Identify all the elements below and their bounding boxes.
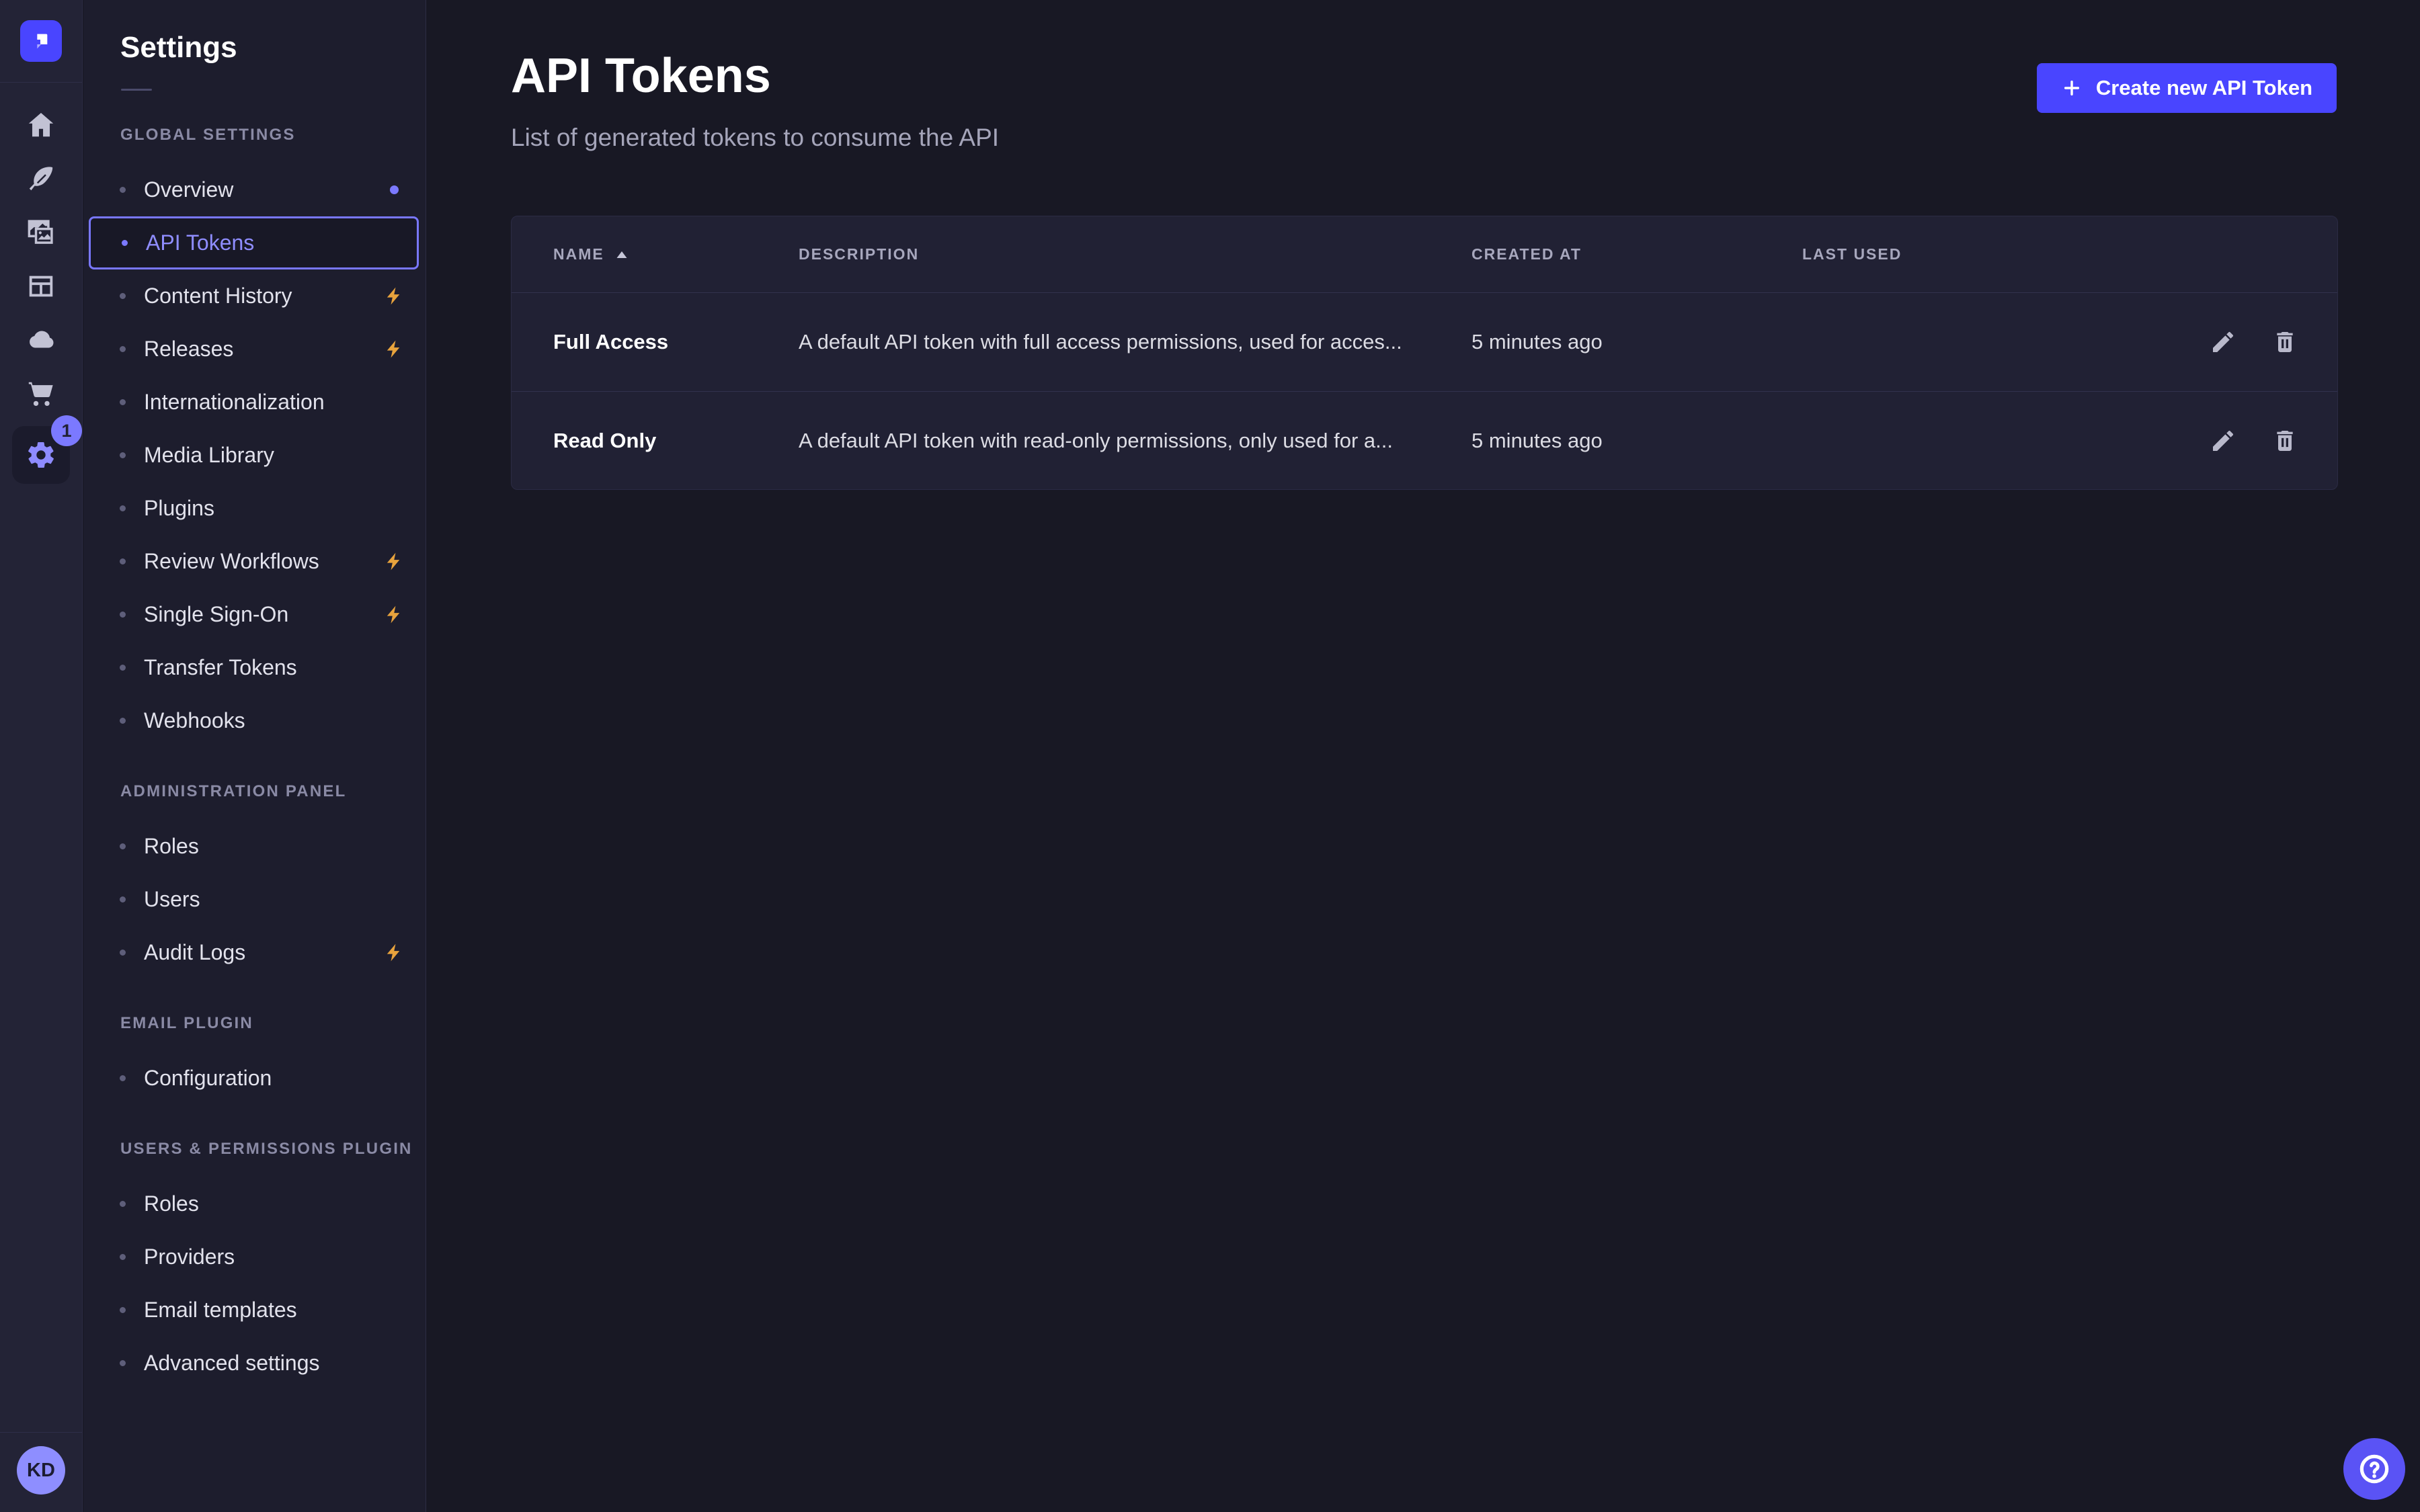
strapi-logo-glyph bbox=[28, 28, 54, 54]
lightning-icon bbox=[383, 286, 404, 306]
settings-notification-badge: 1 bbox=[51, 415, 82, 446]
help-button[interactable] bbox=[2343, 1438, 2405, 1500]
sidebar-item-providers[interactable]: Providers bbox=[89, 1230, 419, 1284]
plus-icon bbox=[2061, 77, 2083, 99]
bullet-icon bbox=[120, 896, 126, 902]
trash-icon bbox=[2271, 329, 2298, 355]
table-row[interactable]: Read Only A default API token with read-… bbox=[512, 391, 2337, 489]
gear-icon[interactable]: 1 bbox=[12, 426, 70, 484]
lightning-icon bbox=[383, 604, 404, 625]
lightning-icon bbox=[383, 339, 404, 360]
notification-dot bbox=[390, 185, 399, 194]
bullet-icon bbox=[120, 346, 126, 352]
bullet-icon bbox=[120, 187, 126, 193]
sidebar-item-audit-logs[interactable]: Audit Logs bbox=[89, 926, 419, 979]
strapi-logo[interactable] bbox=[20, 20, 62, 62]
avatar[interactable]: KD bbox=[17, 1446, 65, 1495]
table-header-row: NAME DESCRIPTION CREATED AT LAST USED bbox=[512, 216, 2337, 293]
bullet-icon bbox=[120, 505, 126, 511]
sidebar-item-users[interactable]: Users bbox=[89, 873, 419, 926]
sidebar-item-content-history[interactable]: Content History bbox=[89, 269, 419, 323]
delete-button[interactable] bbox=[2270, 426, 2300, 456]
token-created-at: 5 minutes ago bbox=[1471, 429, 1603, 452]
column-created-at: CREATED AT bbox=[1471, 245, 1582, 263]
bullet-icon bbox=[120, 452, 126, 458]
page-title: API Tokens bbox=[511, 48, 771, 103]
token-description: A default API token with full access per… bbox=[799, 330, 1402, 353]
edit-button[interactable] bbox=[2208, 426, 2238, 456]
section-label: USERS & PERMISSIONS PLUGIN bbox=[120, 1140, 426, 1159]
sidebar-item-configuration[interactable]: Configuration bbox=[89, 1052, 419, 1105]
sidebar-item-releases[interactable]: Releases bbox=[89, 323, 419, 376]
column-description: DESCRIPTION bbox=[799, 245, 919, 263]
title-divider bbox=[121, 89, 152, 91]
lightning-icon bbox=[383, 551, 404, 572]
section-label: GLOBAL SETTINGS bbox=[120, 126, 426, 144]
sidebar-item-single-sign-on[interactable]: Single Sign-On bbox=[89, 588, 419, 641]
token-description: A default API token with read-only permi… bbox=[799, 429, 1393, 452]
bullet-icon bbox=[120, 1201, 126, 1207]
feather-icon[interactable] bbox=[19, 157, 63, 200]
table-row[interactable]: Full Access A default API token with ful… bbox=[512, 293, 2337, 391]
page-subtitle: List of generated tokens to consume the … bbox=[511, 124, 999, 152]
settings-sub-nav: Settings GLOBAL SETTINGS Overview API To… bbox=[83, 0, 426, 1512]
bullet-icon bbox=[120, 1307, 126, 1313]
token-name: Full Access bbox=[553, 330, 668, 354]
rail-divider bbox=[0, 1432, 82, 1433]
sidebar-title: Settings bbox=[120, 31, 426, 65]
pencil-icon bbox=[2210, 427, 2236, 454]
sidebar-item-media-library[interactable]: Media Library bbox=[89, 429, 419, 482]
sidebar-section-users-permissions-plugin: USERS & PERMISSIONS PLUGIN Roles Provide… bbox=[83, 1140, 426, 1390]
main-content: API Tokens List of generated tokens to c… bbox=[427, 0, 2420, 1512]
section-label: ADMINISTRATION PANEL bbox=[120, 782, 426, 801]
column-last-used: LAST USED bbox=[1802, 245, 1902, 263]
sidebar-item-advanced-settings[interactable]: Advanced settings bbox=[89, 1337, 419, 1390]
bullet-icon bbox=[120, 1075, 126, 1081]
sort-ascending-icon[interactable] bbox=[615, 248, 629, 261]
api-tokens-table: NAME DESCRIPTION CREATED AT LAST USED Fu… bbox=[511, 216, 2338, 490]
main-nav-rail: 1 KD bbox=[0, 0, 83, 1512]
pencil-icon bbox=[2210, 329, 2236, 355]
sidebar-section-email-plugin: EMAIL PLUGIN Configuration bbox=[83, 1014, 426, 1105]
sidebar-item-transfer-tokens[interactable]: Transfer Tokens bbox=[89, 641, 419, 694]
rail-divider bbox=[0, 82, 82, 83]
delete-button[interactable] bbox=[2270, 327, 2300, 357]
media-library-icon[interactable] bbox=[19, 211, 63, 254]
bullet-icon bbox=[120, 665, 126, 671]
bullet-icon bbox=[120, 718, 126, 724]
edit-button[interactable] bbox=[2208, 327, 2238, 357]
bullet-icon bbox=[120, 399, 126, 405]
sidebar-item-review-workflows[interactable]: Review Workflows bbox=[89, 535, 419, 588]
bullet-icon bbox=[120, 293, 126, 299]
trash-icon bbox=[2271, 427, 2298, 454]
sidebar-section-administration-panel: ADMINISTRATION PANEL Roles Users Audit L… bbox=[83, 782, 426, 979]
question-mark-icon bbox=[2357, 1452, 2392, 1486]
bullet-icon bbox=[120, 1360, 126, 1366]
sidebar-item-api-tokens[interactable]: API Tokens bbox=[89, 216, 419, 269]
section-label: EMAIL PLUGIN bbox=[120, 1014, 426, 1033]
cloud-icon[interactable] bbox=[19, 319, 63, 362]
sidebar-item-webhooks[interactable]: Webhooks bbox=[89, 694, 419, 747]
sidebar-item-plugins[interactable]: Plugins bbox=[89, 482, 419, 535]
bullet-icon bbox=[122, 240, 128, 246]
token-name: Read Only bbox=[553, 429, 656, 453]
sidebar-item-up-roles[interactable]: Roles bbox=[89, 1177, 419, 1230]
column-name[interactable]: NAME bbox=[553, 245, 604, 263]
token-created-at: 5 minutes ago bbox=[1471, 330, 1603, 353]
cart-icon[interactable] bbox=[19, 372, 63, 415]
sidebar-section-global-settings: GLOBAL SETTINGS Overview API Tokens Cont… bbox=[83, 126, 426, 747]
lightning-icon bbox=[383, 942, 404, 963]
bullet-icon bbox=[120, 950, 126, 956]
bullet-icon bbox=[120, 612, 126, 618]
create-api-token-button[interactable]: Create new API Token bbox=[2037, 63, 2337, 113]
layout-icon[interactable] bbox=[19, 265, 63, 308]
sidebar-item-internationalization[interactable]: Internationalization bbox=[89, 376, 419, 429]
home-icon[interactable] bbox=[19, 103, 63, 146]
bullet-icon bbox=[120, 1254, 126, 1260]
sidebar-item-admin-roles[interactable]: Roles bbox=[89, 820, 419, 873]
sidebar-item-email-templates[interactable]: Email templates bbox=[89, 1284, 419, 1337]
bullet-icon bbox=[120, 843, 126, 849]
sidebar-item-overview[interactable]: Overview bbox=[89, 163, 419, 216]
bullet-icon bbox=[120, 558, 126, 564]
